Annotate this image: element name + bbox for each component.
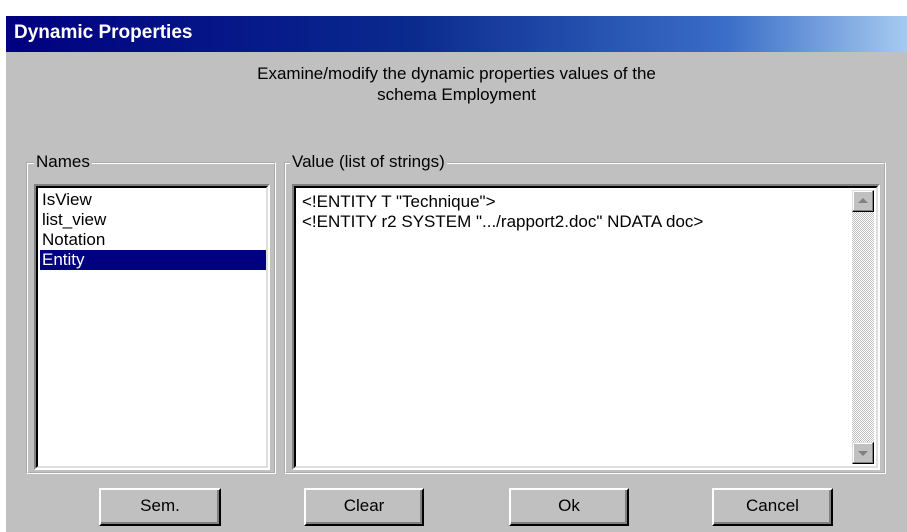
dialog-description: Examine/modify the dynamic properties va… [6, 63, 907, 105]
names-listbox[interactable]: IsView list_view Notation Entity [34, 184, 270, 470]
ok-button[interactable]: Ok [509, 488, 629, 526]
scroll-down-button[interactable] [852, 442, 874, 464]
names-group-label: Names [34, 152, 92, 172]
description-line-2: schema Employment [377, 85, 536, 104]
triangle-down-icon [858, 451, 868, 456]
clear-button[interactable]: Clear [304, 488, 424, 526]
names-list-item[interactable]: IsView [40, 190, 92, 210]
title-bar[interactable]: Dynamic Properties [6, 16, 907, 52]
value-text-area[interactable]: <!ENTITY T "Technique"> <!ENTITY r2 SYST… [292, 184, 880, 470]
names-list-item[interactable]: list_view [40, 210, 106, 230]
triangle-up-icon [858, 198, 868, 203]
value-group-label: Value (list of strings) [290, 152, 447, 172]
dynamic-properties-dialog: Dynamic Properties Examine/modify the dy… [6, 16, 907, 532]
description-line-1: Examine/modify the dynamic properties va… [257, 64, 656, 83]
names-list-item-selected[interactable]: Entity [40, 250, 266, 270]
vertical-scrollbar[interactable] [852, 190, 874, 464]
cancel-button[interactable]: Cancel [712, 488, 833, 526]
sem-button[interactable]: Sem. [99, 488, 221, 526]
value-line[interactable]: <!ENTITY T "Technique"> [302, 192, 496, 212]
scroll-up-button[interactable] [852, 190, 874, 212]
window-title: Dynamic Properties [14, 22, 193, 43]
names-list-item[interactable]: Notation [40, 230, 105, 250]
value-line[interactable]: <!ENTITY r2 SYSTEM ".../rapport2.doc" ND… [302, 212, 703, 232]
